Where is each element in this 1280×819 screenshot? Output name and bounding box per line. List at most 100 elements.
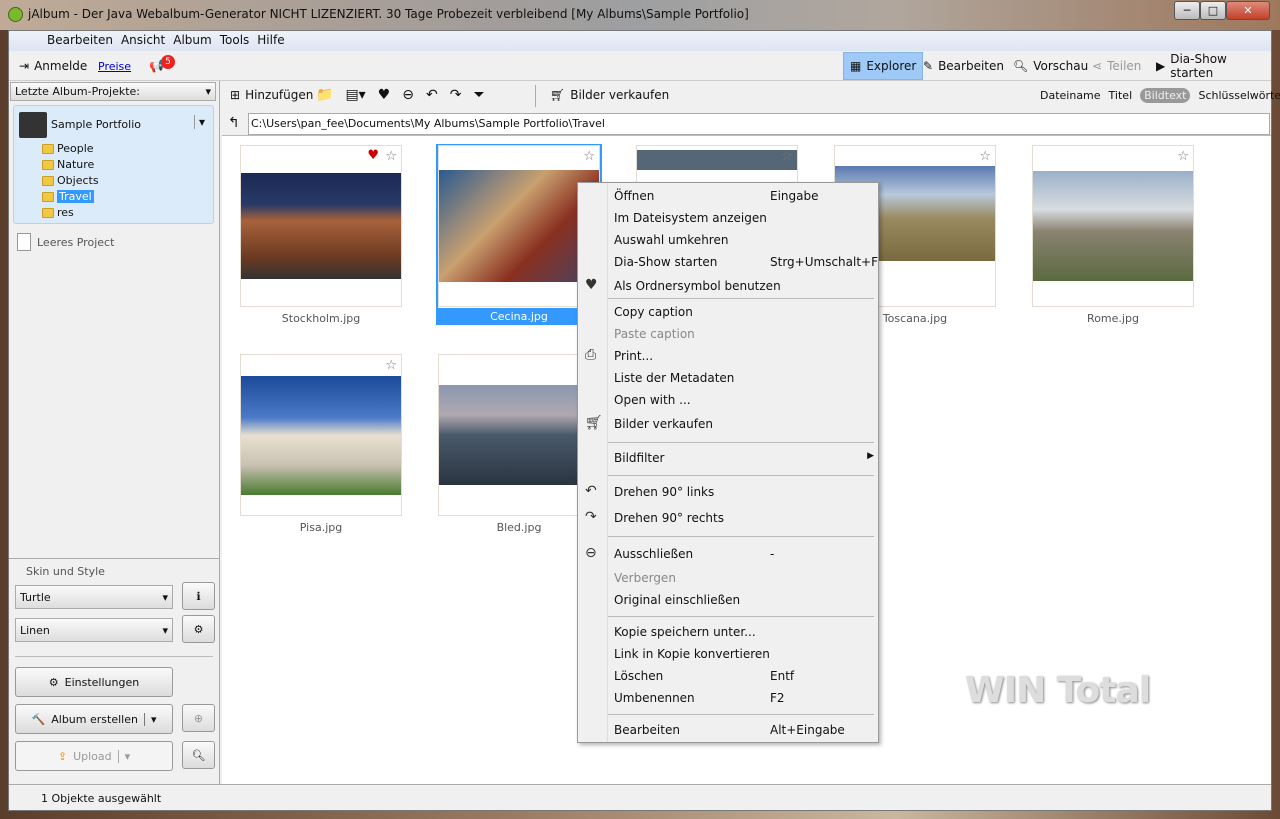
grid-icon: ▦ bbox=[850, 59, 862, 73]
menu-item-invert-selection[interactable]: Auswahl umkehren bbox=[578, 229, 878, 251]
menu-item-image-filter[interactable]: Bildfilter ▶ bbox=[578, 447, 878, 469]
close-button[interactable]: ✕ bbox=[1226, 1, 1270, 20]
menu-item-exclude[interactable]: ⊖ Ausschließen - bbox=[578, 543, 878, 565]
thumbnail-bled[interactable]: ☆ bbox=[438, 354, 600, 516]
upload-button[interactable]: ⇪ Upload ▾ bbox=[15, 741, 173, 771]
style-dropdown[interactable]: Linen ▾ bbox=[15, 618, 173, 642]
skin-info-button[interactable]: ℹ bbox=[182, 582, 215, 610]
mode-keywords[interactable]: Schlüsselwörter bbox=[1198, 89, 1280, 102]
menu-item-hide[interactable]: Verbergen bbox=[578, 567, 878, 589]
path-bar: ↰ C:\Users\pan_fee\Documents\My Albums\S… bbox=[222, 113, 1271, 135]
star-icon[interactable]: ☆ bbox=[781, 149, 793, 164]
gear-icon: ⚙ bbox=[193, 622, 204, 636]
menu-item-slideshow[interactable]: Dia-Show starten Strg+Umschalt+F bbox=[578, 251, 878, 273]
recent-projects-dropdown[interactable]: Letzte Album-Projekte: ▾ bbox=[10, 82, 216, 101]
menu-item-open-with[interactable]: Open with ... bbox=[578, 389, 878, 411]
folder-nature[interactable]: Nature bbox=[42, 158, 94, 171]
empty-project[interactable]: Leeres Project bbox=[17, 233, 114, 251]
exclude-icon[interactable]: ⊖ bbox=[402, 87, 414, 103]
menu-item-show-in-filesystem[interactable]: Im Dateisystem anzeigen bbox=[578, 207, 878, 229]
menu-item-include-original[interactable]: Original einschließen bbox=[578, 589, 878, 611]
tab-share[interactable]: ⋖ Teilen bbox=[1086, 52, 1147, 80]
rotate-right-icon[interactable]: ↷ bbox=[450, 87, 462, 103]
menu-item-convert-link[interactable]: Link in Kopie konvertieren bbox=[578, 643, 878, 665]
zoom-preview-button[interactable]: ⊕ bbox=[182, 704, 215, 732]
rotate-left-icon[interactable]: ↶ bbox=[426, 87, 438, 103]
menu-item-save-copy[interactable]: Kopie speichern unter... bbox=[578, 621, 878, 643]
tab-preview[interactable]: 🔍︎ Vorschau bbox=[1007, 52, 1094, 80]
app-logo-icon bbox=[8, 7, 23, 22]
project-menu-button[interactable]: ▾ bbox=[194, 115, 205, 129]
skin-dropdown[interactable]: Turtle ▾ bbox=[15, 585, 173, 609]
menu-item-rotate-left[interactable]: ↶ Drehen 90° links bbox=[578, 481, 878, 503]
star-icon[interactable]: ☆ bbox=[385, 149, 397, 164]
pencil-icon: ✎ bbox=[923, 59, 934, 73]
folder-icon bbox=[42, 143, 54, 154]
star-icon[interactable]: ☆ bbox=[1177, 149, 1189, 164]
mode-filename[interactable]: Dateiname bbox=[1040, 89, 1101, 102]
menu-bearbeiten[interactable]: Bearbeiten bbox=[43, 31, 117, 49]
star-icon[interactable]: ☆ bbox=[583, 149, 595, 164]
chevron-down-icon[interactable]: ▾ bbox=[117, 749, 130, 763]
folder-icon bbox=[42, 191, 54, 202]
minimize-button[interactable]: ─ bbox=[1174, 1, 1200, 20]
skin-settings-button[interactable]: ⚙ bbox=[182, 615, 215, 643]
tab-explorer[interactable]: ▦ Explorer bbox=[843, 52, 924, 80]
mode-title[interactable]: Titel bbox=[1109, 89, 1133, 102]
folder-travel[interactable]: Travel bbox=[42, 190, 94, 203]
menu-item-delete[interactable]: Löschen Entf bbox=[578, 665, 878, 687]
cart-icon: 🛒︎ bbox=[550, 88, 566, 102]
thumbnail-stockholm[interactable]: ♥ ☆ bbox=[240, 145, 402, 307]
new-page-icon[interactable]: ▤▾ bbox=[345, 87, 365, 103]
chevron-down-icon[interactable]: ▾ bbox=[143, 712, 156, 726]
chevron-down-icon: ▾ bbox=[162, 623, 168, 637]
rotate-right-icon: ↷ bbox=[585, 509, 597, 525]
thumbnail-pisa[interactable]: ☆ bbox=[240, 354, 402, 516]
maximize-button[interactable]: □ bbox=[1200, 1, 1226, 20]
prices-link[interactable]: Preise bbox=[98, 56, 131, 76]
menu-item-paste-caption[interactable]: Paste caption bbox=[578, 323, 878, 345]
menu-hilfe[interactable]: Hilfe bbox=[253, 31, 288, 49]
path-field[interactable]: C:\Users\pan_fee\Documents\My Albums\Sam… bbox=[248, 113, 1270, 135]
menu-ansicht[interactable]: Ansicht bbox=[117, 31, 169, 49]
heart-icon: ♥ bbox=[585, 277, 598, 293]
filter-icon[interactable]: ⏷ bbox=[473, 87, 484, 103]
settings-button[interactable]: ⚙ Einstellungen bbox=[15, 667, 173, 697]
menu-item-metadata[interactable]: Liste der Metadaten bbox=[578, 367, 878, 389]
new-folder-icon[interactable]: 📁 bbox=[316, 87, 333, 103]
menu-item-rename[interactable]: Umbenennen F2 bbox=[578, 687, 878, 709]
thumbnail-rome[interactable]: ☆ bbox=[1032, 145, 1194, 307]
tab-edit[interactable]: ✎ Bearbeiten bbox=[917, 52, 1010, 80]
mode-caption[interactable]: Bildtext bbox=[1140, 87, 1191, 103]
star-icon[interactable]: ☆ bbox=[979, 149, 991, 164]
gear-icon: ⚙ bbox=[48, 675, 59, 689]
sell-images-button[interactable]: 🛒︎ Bilder verkaufen bbox=[550, 85, 669, 105]
rotate-left-icon: ↶ bbox=[585, 483, 597, 499]
slideshow-button[interactable]: ▶ Dia-Show starten bbox=[1150, 52, 1271, 80]
folder-objects[interactable]: Objects bbox=[42, 174, 99, 187]
menu-album[interactable]: Album bbox=[169, 31, 215, 49]
menu-item-sell-images[interactable]: 🛒︎ Bilder verkaufen bbox=[578, 413, 878, 435]
project-name[interactable]: Sample Portfolio bbox=[51, 118, 141, 131]
search-icon: 🔍︎ bbox=[191, 748, 206, 762]
heart-icon[interactable]: ♥ bbox=[367, 148, 379, 163]
up-folder-icon[interactable]: ↰ bbox=[228, 115, 240, 131]
menu-item-open[interactable]: Öffnen Eingabe bbox=[578, 185, 878, 207]
thumbnail-cecina[interactable]: ☆ bbox=[438, 145, 600, 307]
add-button[interactable]: ⊞ Hinzufügen bbox=[230, 85, 313, 105]
menu-item-folder-icon[interactable]: ♥ Als Ordnersymbol benutzen bbox=[578, 275, 878, 297]
search-button[interactable]: 🔍︎ bbox=[182, 741, 215, 769]
menu-item-print[interactable]: ⎙ Print... bbox=[578, 345, 878, 367]
login-button[interactable]: ⇥ Anmelde bbox=[19, 56, 87, 76]
thumbnail-label: Rome.jpg bbox=[1087, 312, 1139, 325]
menu-item-rotate-right[interactable]: ↷ Drehen 90° rechts bbox=[578, 507, 878, 529]
folder-res[interactable]: res bbox=[42, 206, 74, 219]
heart-icon[interactable]: ♥ bbox=[378, 87, 391, 103]
news-button[interactable]: 📢 5 bbox=[149, 55, 175, 76]
menu-item-copy-caption[interactable]: Copy caption bbox=[578, 301, 878, 323]
star-icon[interactable]: ☆ bbox=[385, 358, 397, 373]
menu-item-edit[interactable]: Bearbeiten Alt+Eingabe bbox=[578, 719, 878, 741]
menu-tools[interactable]: Tools bbox=[216, 31, 254, 49]
make-album-button[interactable]: 🔨 Album erstellen ▾ bbox=[15, 704, 173, 734]
folder-people[interactable]: People bbox=[42, 142, 94, 155]
